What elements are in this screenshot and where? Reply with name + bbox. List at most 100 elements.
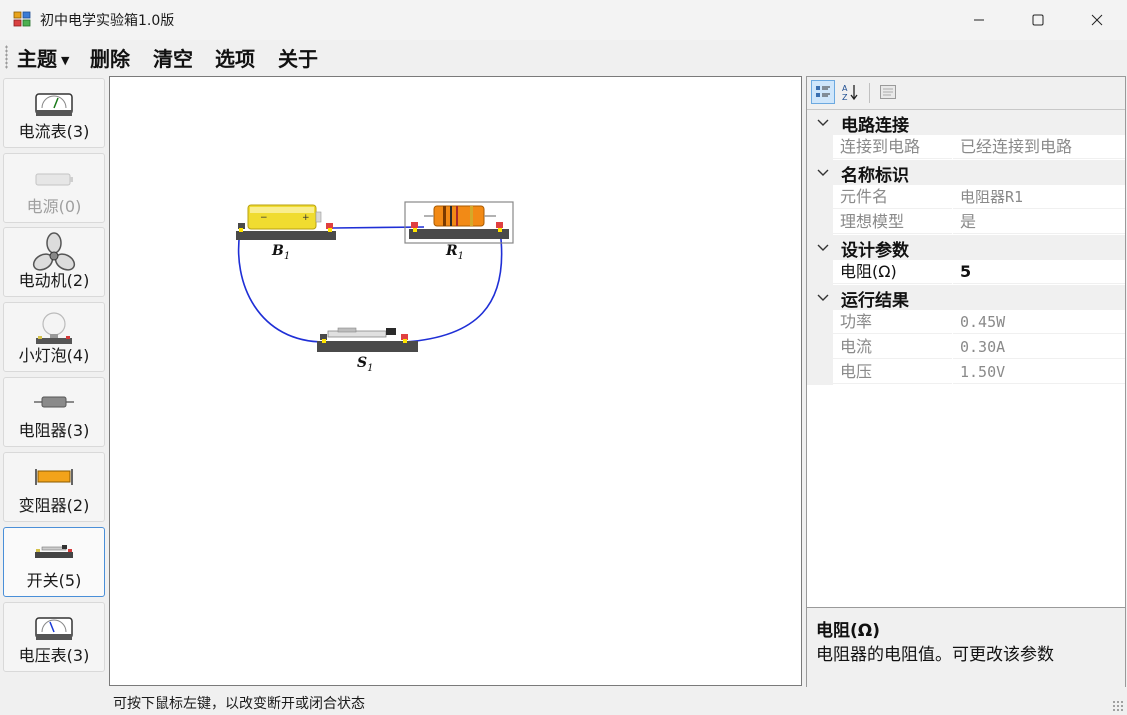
app-icon: [13, 11, 31, 27]
property-grid: A Z 电路连接 连接到电路 已经连接到电路 名称标识 元件名 电阻器R1 理想…: [806, 76, 1126, 687]
property-pages-icon: [880, 85, 896, 99]
resistance-value-field[interactable]: 5: [953, 260, 1125, 284]
chevron-down-icon[interactable]: [815, 289, 831, 305]
minimize-icon: [974, 19, 984, 21]
tool-bulb[interactable]: 小灯泡(4): [3, 302, 105, 372]
tool-voltmeter-label: 电压表(3): [18, 646, 90, 665]
tool-voltmeter[interactable]: 电压表(3): [3, 602, 105, 672]
tool-resistor-label: 电阻器(3): [18, 421, 90, 440]
property-row[interactable]: 元件名 电阻器R1: [807, 185, 1125, 210]
tool-switch[interactable]: 开关(5): [3, 527, 105, 597]
tool-power-source[interactable]: 电源(0): [3, 153, 105, 223]
menu-theme-label: 主题: [17, 47, 57, 71]
svg-text:A: A: [842, 84, 848, 93]
tool-power-source-label: 电源(0): [26, 197, 82, 216]
tool-switch-label: 开关(5): [26, 571, 82, 590]
status-text: 可按下鼠标左键，以改变断开或闭合状态: [113, 696, 365, 712]
resistor-icon: [34, 396, 74, 408]
property-row[interactable]: 连接到电路 已经连接到电路: [807, 135, 1125, 160]
tool-motor[interactable]: 电动机(2): [3, 227, 105, 297]
rheostat-icon: [35, 469, 73, 485]
menu-options[interactable]: 选项: [212, 43, 258, 72]
tool-ammeter-label: 电流表(3): [18, 122, 90, 141]
svg-text:−: −: [260, 213, 268, 223]
resistor-label: R1: [446, 243, 465, 262]
property-value: 0.30A: [953, 335, 1125, 359]
tool-ammeter[interactable]: 电流表(3): [3, 78, 105, 148]
property-name: 电阻(Ω): [833, 260, 952, 284]
resistor-component[interactable]: [404, 201, 514, 244]
property-value: 已经连接到电路: [953, 135, 1125, 159]
property-name: 电压: [833, 360, 952, 384]
menu-delete[interactable]: 删除: [87, 43, 133, 72]
circuit-drawing: − +: [236, 201, 514, 352]
minimize-button[interactable]: [950, 0, 1008, 40]
categorized-button[interactable]: [811, 80, 835, 104]
property-grid-toolbar: A Z: [807, 77, 1125, 109]
menu-grip[interactable]: [5, 45, 8, 69]
categorized-icon: [816, 86, 830, 97]
property-row[interactable]: 电流 0.30A: [807, 335, 1125, 360]
resize-grip-icon[interactable]: [1112, 700, 1124, 712]
menu-bar: 主题 ▼ 删除 清空 选项 关于: [0, 40, 1127, 74]
dropdown-caret-icon: ▼: [61, 54, 70, 67]
window-title: 初中电学实验箱1.0版: [40, 13, 175, 29]
property-row[interactable]: 功率 0.45W: [807, 310, 1125, 335]
tool-rheostat[interactable]: 变阻器(2): [3, 452, 105, 522]
property-value: 电阻器R1: [953, 185, 1125, 209]
property-value: 1.50V: [953, 360, 1125, 384]
property-name: 功率: [833, 310, 952, 334]
switch-label: S1: [357, 355, 374, 374]
property-list: 电路连接 连接到电路 已经连接到电路 名称标识 元件名 电阻器R1 理想模型 是…: [807, 109, 1125, 608]
property-row-resistance[interactable]: 电阻(Ω) 5: [807, 260, 1125, 285]
tool-bulb-label: 小灯泡(4): [18, 346, 90, 365]
property-value: 0.45W: [953, 310, 1125, 334]
property-row[interactable]: 电压 1.50V: [807, 360, 1125, 385]
switch-icon: [35, 545, 73, 558]
svg-text:Z: Z: [842, 93, 848, 101]
title-bar: 初中电学实验箱1.0版: [0, 0, 1127, 40]
category-design-params[interactable]: 设计参数: [807, 235, 1125, 261]
voltmeter-icon: [35, 617, 73, 640]
close-icon: [1091, 14, 1103, 26]
chevron-down-icon[interactable]: [815, 239, 831, 255]
property-description: 电阻(Ω) 电阻器的电阻值。可更改该参数: [807, 607, 1125, 687]
description-title: 电阻(Ω): [816, 621, 880, 641]
tool-motor-label: 电动机(2): [18, 271, 90, 290]
property-name: 连接到电路: [833, 135, 952, 159]
svg-text:+: +: [302, 213, 310, 223]
ammeter-icon: [35, 93, 73, 116]
category-label: 名称标识: [841, 166, 909, 186]
property-pages-button[interactable]: [876, 80, 900, 104]
close-button[interactable]: [1068, 0, 1126, 40]
battery-label: B1: [272, 243, 291, 262]
category-name-identity[interactable]: 名称标识: [807, 160, 1125, 186]
maximize-button[interactable]: [1009, 0, 1067, 40]
property-name: 电流: [833, 335, 952, 359]
alphabetical-icon: A Z: [842, 84, 858, 101]
circuit-canvas[interactable]: − + B1 R1 S1: [109, 76, 802, 686]
status-bar: 可按下鼠标左键，以改变断开或闭合状态: [0, 688, 1127, 715]
chevron-down-icon[interactable]: [815, 114, 831, 130]
property-name: 元件名: [833, 185, 952, 209]
tool-resistor[interactable]: 电阻器(3): [3, 377, 105, 447]
property-value: 是: [953, 210, 1125, 234]
menu-clear[interactable]: 清空: [150, 43, 196, 72]
maximize-icon: [1032, 14, 1044, 26]
battery-icon: [35, 173, 73, 186]
menu-theme[interactable]: 主题 ▼: [14, 43, 72, 72]
alphabetical-button[interactable]: A Z: [838, 80, 862, 104]
description-text: 电阻器的电阻值。可更改该参数: [816, 645, 1054, 665]
tool-rheostat-label: 变阻器(2): [18, 496, 90, 515]
menu-about[interactable]: 关于: [275, 43, 321, 72]
switch-component[interactable]: [317, 327, 418, 352]
category-label: 设计参数: [841, 241, 909, 261]
category-label: 电路连接: [841, 116, 909, 136]
category-run-results[interactable]: 运行结果: [807, 285, 1125, 311]
category-circuit-connection[interactable]: 电路连接: [807, 110, 1125, 136]
battery-component[interactable]: − +: [236, 204, 336, 240]
toolbar-separator: [869, 83, 870, 103]
property-row[interactable]: 理想模型 是: [807, 210, 1125, 235]
chevron-down-icon[interactable]: [815, 164, 831, 180]
property-name: 理想模型: [833, 210, 952, 234]
